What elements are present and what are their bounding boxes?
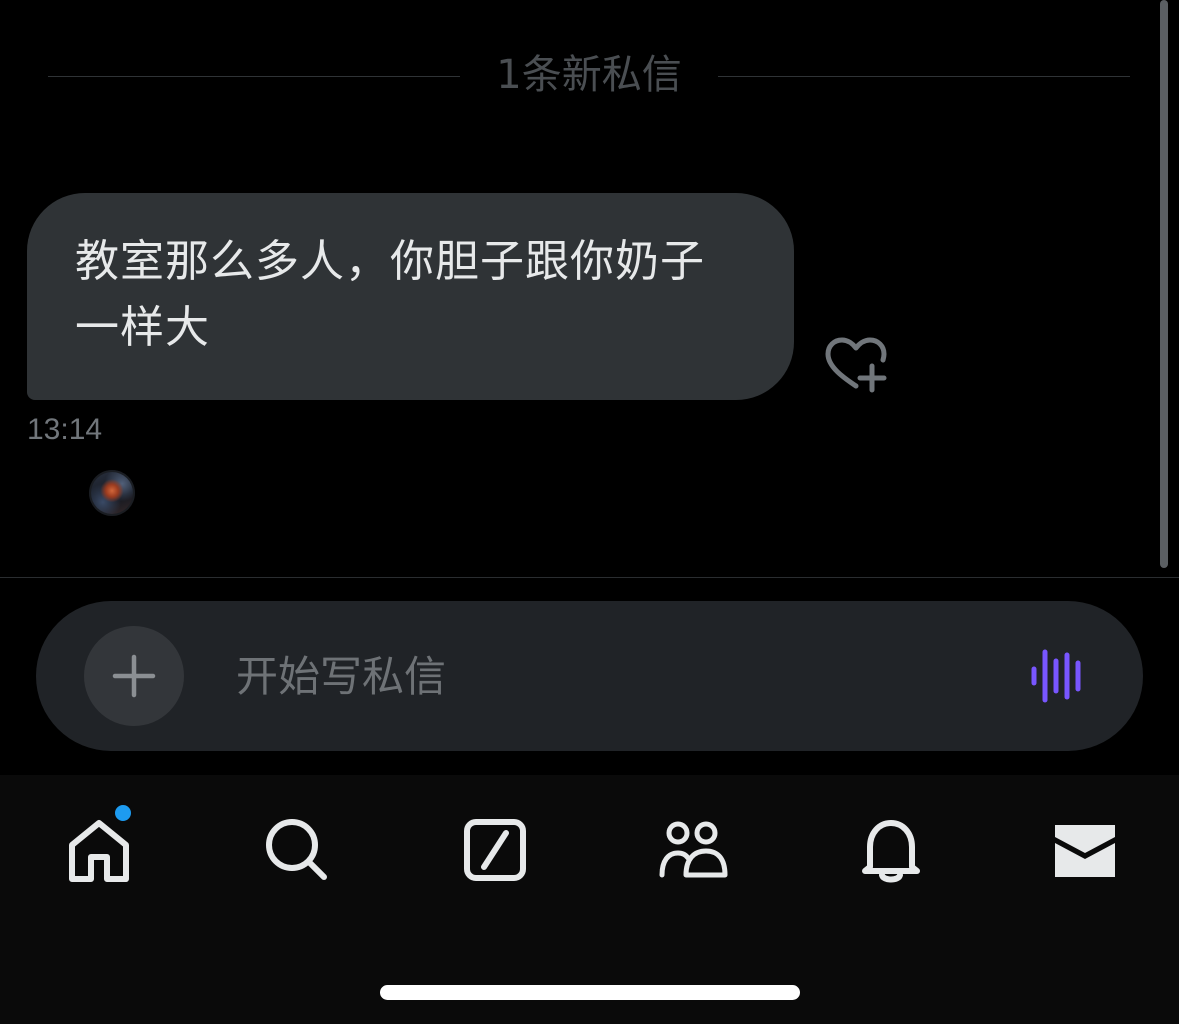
tab-messages[interactable] xyxy=(1050,815,1120,885)
search-icon xyxy=(266,819,327,880)
voice-waveform-icon xyxy=(1031,649,1081,703)
home-icon xyxy=(69,820,129,882)
tab-search[interactable] xyxy=(262,815,332,885)
tab-communities[interactable] xyxy=(658,815,728,885)
tab-home[interactable] xyxy=(64,802,134,885)
add-attachment-button[interactable] xyxy=(84,626,184,726)
voice-message-button[interactable] xyxy=(1030,649,1088,703)
message-composer xyxy=(36,601,1143,751)
new-messages-divider-label: 1条新私信 xyxy=(496,52,682,98)
read-receipt-avatar xyxy=(89,470,135,516)
people-icon xyxy=(659,821,728,878)
plus-icon xyxy=(112,654,156,698)
home-indicator[interactable] xyxy=(380,985,800,1000)
home-notification-dot xyxy=(112,802,134,824)
new-messages-divider-right xyxy=(718,76,1130,77)
bell-icon xyxy=(862,820,920,883)
conversation-area: 1条新私信 教室那么多人，你胆子跟你奶子 一样大 13:14 xyxy=(0,0,1179,577)
message-text-line-1: 教室那么多人，你胆子跟你奶子 xyxy=(75,236,705,287)
composer-separator xyxy=(0,577,1179,578)
bottom-navigation xyxy=(0,775,1179,1024)
message-timestamp: 13:14 xyxy=(27,413,103,446)
tab-compose[interactable] xyxy=(460,815,530,885)
add-reaction-button[interactable] xyxy=(822,336,888,394)
message-bubble[interactable]: 教室那么多人，你胆子跟你奶子 一样大 xyxy=(27,193,794,400)
message-input[interactable] xyxy=(236,646,996,706)
new-messages-divider-left xyxy=(48,76,460,77)
tab-notifications[interactable] xyxy=(856,815,926,885)
envelope-icon xyxy=(1055,825,1115,877)
heart-plus-icon xyxy=(825,337,887,393)
message-text-line-2: 一样大 xyxy=(75,302,210,353)
scrollbar[interactable] xyxy=(1160,0,1168,568)
compose-icon xyxy=(464,819,526,881)
